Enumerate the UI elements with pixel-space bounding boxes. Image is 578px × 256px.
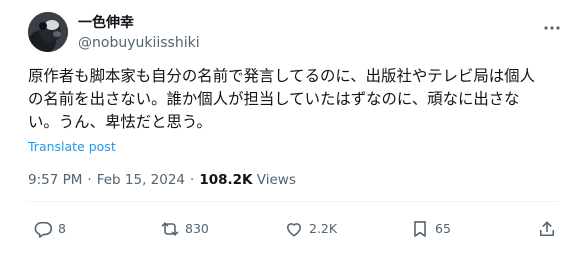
- translate-post-link[interactable]: Translate post: [28, 139, 116, 155]
- avatar[interactable]: [28, 12, 68, 52]
- share-button[interactable]: [537, 218, 557, 240]
- tweet-card: 一色伸幸 @nobuyukiisshiki 原作者も脚本家も自分の名前で発言して…: [0, 0, 578, 256]
- divider: [28, 201, 558, 202]
- views-label: Views: [256, 172, 296, 188]
- like-button[interactable]: 2.2K: [284, 218, 337, 240]
- bookmark-count: 65: [435, 221, 451, 236]
- tweet-metadata: 9:57 PM · Feb 15, 2024 · 108.2K Views: [28, 171, 296, 189]
- share-icon: [537, 219, 557, 239]
- bookmark-button[interactable]: 65: [410, 218, 451, 240]
- tweet-text-line: い。うん、卑怯だと思う。: [28, 113, 212, 131]
- bookmark-icon: [410, 219, 430, 239]
- repost-count: 830: [185, 221, 209, 236]
- tweet-text-line: 原作者も脚本家も自分の名前で発言してるのに、出版社やテレビ局は個人: [28, 67, 535, 85]
- views-count: 108.2K: [199, 172, 253, 188]
- reply-icon: [33, 219, 53, 239]
- post-date[interactable]: Feb 15, 2024: [97, 172, 185, 188]
- meta-separator: ·: [87, 172, 92, 188]
- meta-separator: ·: [190, 172, 195, 188]
- repost-icon: [160, 219, 180, 239]
- reply-button[interactable]: 8: [33, 218, 66, 240]
- author-handle[interactable]: @nobuyukiisshiki: [78, 34, 200, 52]
- tweet-text-line: の名前を出さない。誰か個人が担当していたはずなのに、頑なに出さな: [28, 90, 520, 108]
- more-options-icon[interactable]: [540, 20, 564, 36]
- tweet-text: 原作者も脚本家も自分の名前で発言してるのに、出版社やテレビ局は個人 の名前を出さ…: [28, 65, 556, 134]
- repost-button[interactable]: 830: [160, 218, 209, 240]
- reply-count: 8: [58, 221, 66, 236]
- avatar-image: [28, 12, 68, 52]
- heart-icon: [284, 219, 304, 239]
- like-count: 2.2K: [309, 221, 338, 236]
- post-time[interactable]: 9:57 PM: [28, 172, 82, 188]
- author-display-name[interactable]: 一色伸幸: [78, 14, 134, 32]
